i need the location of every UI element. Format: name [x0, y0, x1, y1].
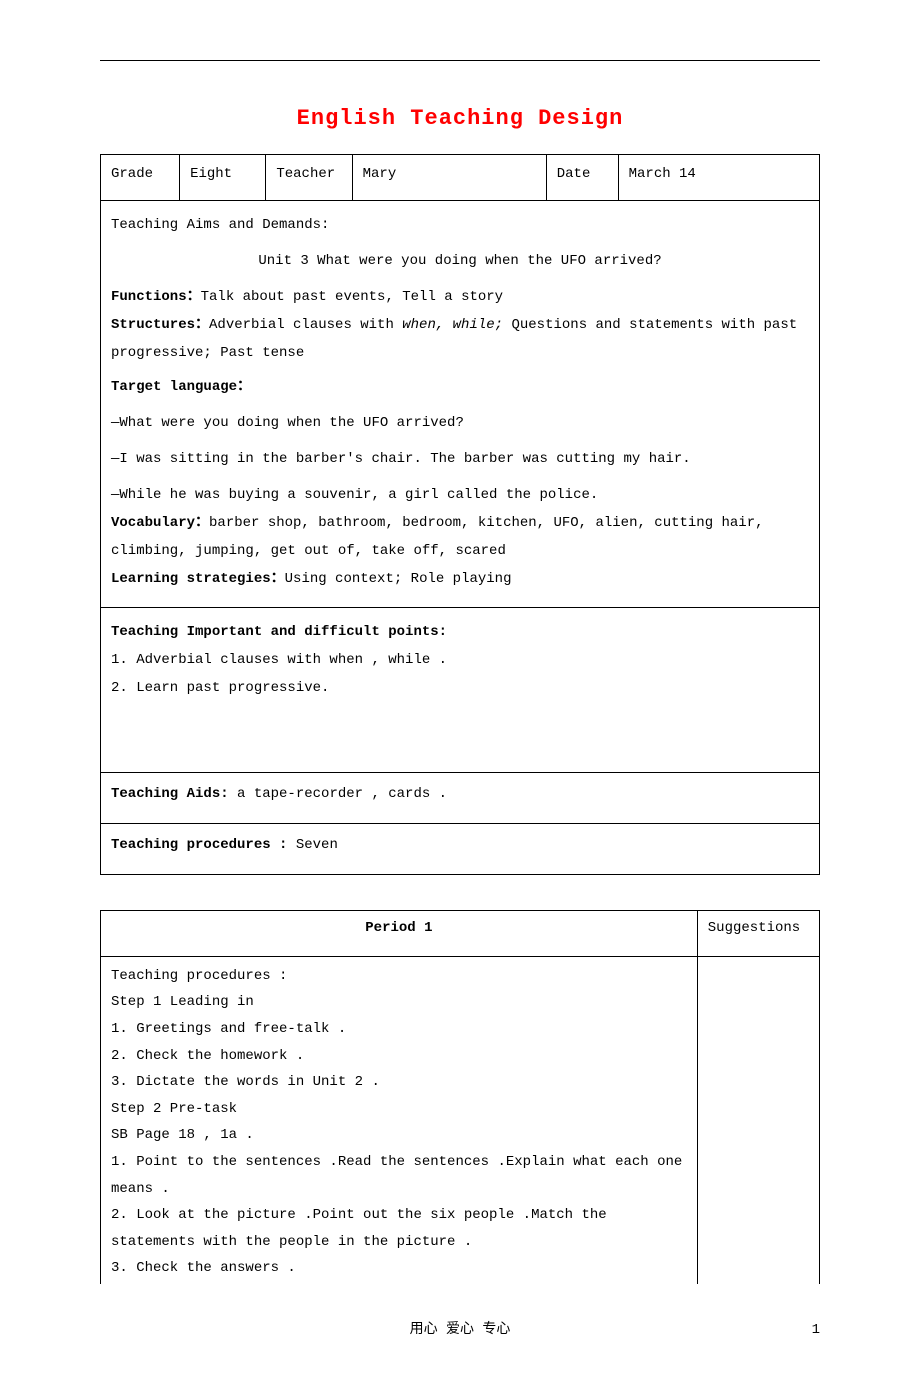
- grade-value: Eight: [180, 155, 266, 200]
- structures-line: Structures：Adverbial clauses with when, …: [111, 311, 809, 367]
- aids-text: a tape-recorder , cards .: [229, 786, 447, 802]
- aids-row: Teaching Aids: a tape-recorder , cards .: [101, 772, 820, 823]
- proc-count-text: Seven: [287, 837, 337, 853]
- header-row: Grade Eight Teacher Mary Date March 14: [101, 155, 820, 200]
- step2-sb: SB Page 18 , 1a .: [111, 1122, 687, 1149]
- important-cell: Teaching Important and difficult points:…: [101, 607, 820, 772]
- structures-italic: when, while;: [402, 317, 503, 333]
- important-row: Teaching Important and difficult points:…: [101, 607, 820, 772]
- page-number: 1: [812, 1319, 820, 1341]
- structures-pre: Adverbial clauses with: [209, 317, 402, 333]
- functions-text: Talk about past events, Tell a story: [201, 289, 503, 305]
- period-title: Period 1: [101, 911, 698, 956]
- aids-label: Teaching Aids:: [111, 786, 229, 802]
- step2-label: Step 2 Pre-task: [111, 1096, 687, 1123]
- proc-count-row: Teaching procedures : Seven: [101, 823, 820, 874]
- important-p1: 1. Adverbial clauses with when , while .: [111, 646, 809, 674]
- target-line-2: —I was sitting in the barber's chair. Th…: [111, 445, 809, 473]
- strategies-line: Learning strategies：Using context; Role …: [111, 565, 809, 593]
- grade-label: Grade: [101, 155, 180, 200]
- period-body-cell: Teaching procedures : Step 1 Leading in …: [101, 956, 698, 1284]
- suggestions-cell: [697, 956, 819, 1284]
- important-p2: 2. Learn past progressive.: [111, 674, 809, 702]
- teacher-value: Mary: [352, 155, 546, 200]
- target-label: Target language：: [111, 373, 809, 401]
- proc-label: Teaching procedures :: [111, 963, 687, 990]
- proc-count-cell: Teaching procedures : Seven: [101, 823, 820, 874]
- strategies-text: Using context; Role playing: [285, 571, 512, 587]
- functions-line: Functions：Talk about past events, Tell a…: [111, 283, 809, 311]
- target-line-1: —What were you doing when the UFO arrive…: [111, 409, 809, 437]
- target-line-3: —While he was buying a souvenir, a girl …: [111, 481, 809, 509]
- period-header-row: Period 1 Suggestions: [101, 911, 820, 956]
- step1-item2: 2. Check the homework .: [111, 1043, 687, 1070]
- document-title: English Teaching Design: [100, 101, 820, 136]
- period-body-row: Teaching procedures : Step 1 Leading in …: [101, 956, 820, 1284]
- functions-label: Functions：: [111, 289, 201, 305]
- vocab-label: Vocabulary：: [111, 515, 209, 531]
- structures-label: Structures：: [111, 317, 209, 333]
- date-label: Date: [546, 155, 618, 200]
- vocab-text: barber shop, bathroom, bedroom, kitchen,…: [111, 515, 764, 559]
- step1-label: Step 1 Leading in: [111, 989, 687, 1016]
- footer-text: 用心 爱心 专心: [410, 1322, 511, 1338]
- unit-title: Unit 3 What were you doing when the UFO …: [111, 247, 809, 275]
- step2-item2: 2. Look at the picture .Point out the si…: [111, 1202, 687, 1255]
- step2-item3: 3. Check the answers .: [111, 1255, 687, 1282]
- vocab-line: Vocabulary：barber shop, bathroom, bedroo…: [111, 509, 809, 565]
- step1-item1: 1. Greetings and free-talk .: [111, 1016, 687, 1043]
- page-footer: 用心 爱心 专心 1: [100, 1319, 820, 1341]
- aims-row: Teaching Aims and Demands: Unit 3 What w…: [101, 200, 820, 607]
- suggestions-header: Suggestions: [697, 911, 819, 956]
- period-table: Period 1 Suggestions Teaching procedures…: [100, 910, 820, 1284]
- date-value: March 14: [618, 155, 819, 200]
- step1-item3: 3. Dictate the words in Unit 2 .: [111, 1069, 687, 1096]
- design-table: Grade Eight Teacher Mary Date March 14 T…: [100, 154, 820, 875]
- aims-heading: Teaching Aims and Demands:: [111, 211, 809, 239]
- important-heading: Teaching Important and difficult points:: [111, 618, 809, 646]
- step2-item1: 1. Point to the sentences .Read the sent…: [111, 1149, 687, 1202]
- strategies-label: Learning strategies：: [111, 571, 285, 587]
- top-horizontal-rule: [100, 60, 820, 61]
- aims-cell: Teaching Aims and Demands: Unit 3 What w…: [101, 200, 820, 607]
- teacher-label: Teacher: [266, 155, 352, 200]
- proc-count-label: Teaching procedures :: [111, 837, 287, 853]
- aids-cell: Teaching Aids: a tape-recorder , cards .: [101, 772, 820, 823]
